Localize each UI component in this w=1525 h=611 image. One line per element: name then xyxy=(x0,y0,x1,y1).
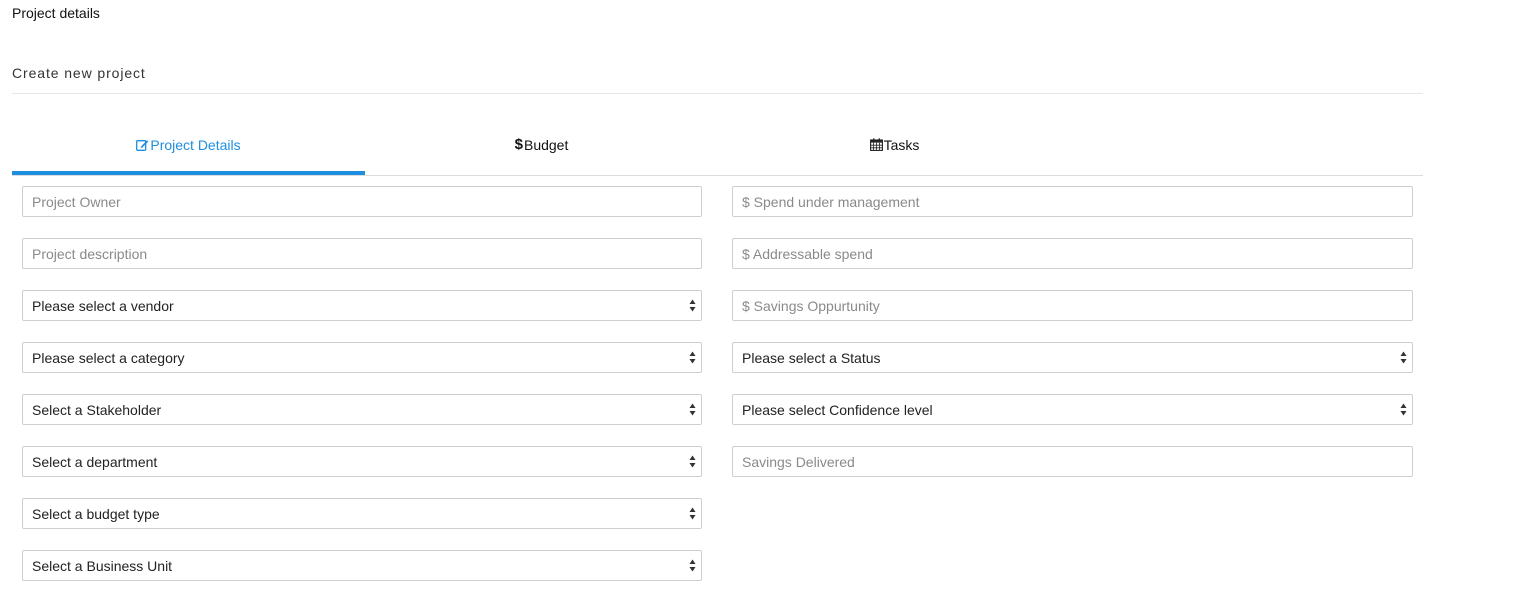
select-value: Please select a Status xyxy=(742,349,881,366)
savings-opportunity-field[interactable] xyxy=(732,290,1413,321)
select-value: Please select a vendor xyxy=(32,297,174,314)
select-arrows-icon xyxy=(689,559,696,572)
budget-type-select[interactable]: Select a budget type xyxy=(22,498,702,529)
project-description-field[interactable] xyxy=(22,238,702,269)
select-arrows-icon xyxy=(1400,351,1407,364)
vendor-select[interactable]: Please select a vendor xyxy=(22,290,702,321)
confidence-level-select[interactable]: Please select Confidence level xyxy=(732,394,1413,425)
calendar-icon xyxy=(869,138,883,151)
status-select[interactable]: Please select a Status xyxy=(732,342,1413,373)
select-arrows-icon xyxy=(689,299,696,312)
select-value: Select a department xyxy=(32,453,158,470)
spend-under-management-input[interactable] xyxy=(742,187,1403,216)
dollar-icon: $ xyxy=(514,136,523,153)
savings-delivered-input[interactable] xyxy=(742,447,1403,476)
tab-label: Tasks xyxy=(883,136,920,153)
department-select[interactable]: Select a department xyxy=(22,446,702,477)
select-arrows-icon xyxy=(689,507,696,520)
select-arrows-icon xyxy=(689,403,696,416)
tab-tasks[interactable]: Tasks xyxy=(718,120,1071,175)
edit-icon xyxy=(136,139,149,151)
select-arrows-icon xyxy=(689,351,696,364)
category-select[interactable]: Please select a category xyxy=(22,342,702,373)
form-subtitle: Create new project xyxy=(12,65,146,81)
tab-bar: Project Details $ Budget Tasks xyxy=(12,120,1423,176)
business-unit-select[interactable]: Select a Business Unit xyxy=(22,550,702,581)
stakeholder-select[interactable]: Select a Stakeholder xyxy=(22,394,702,425)
header-divider xyxy=(12,93,1423,94)
tab-budget[interactable]: $ Budget xyxy=(365,120,718,175)
select-value: Select a Stakeholder xyxy=(32,401,162,418)
project-description-input[interactable] xyxy=(32,239,692,268)
savings-opportunity-input[interactable] xyxy=(742,291,1403,320)
select-value: Select a budget type xyxy=(32,505,160,522)
project-owner-input[interactable] xyxy=(32,187,692,216)
page-title: Project details xyxy=(12,5,100,21)
select-value: Please select a category xyxy=(32,349,185,366)
tab-label: Project Details xyxy=(150,136,241,153)
project-owner-field[interactable] xyxy=(22,186,702,217)
select-arrows-icon xyxy=(689,455,696,468)
tab-project-details[interactable]: Project Details xyxy=(12,120,365,175)
tab-label: Budget xyxy=(523,136,569,153)
select-arrows-icon xyxy=(1400,403,1407,416)
addressable-spend-field[interactable] xyxy=(732,238,1413,269)
savings-delivered-field[interactable] xyxy=(732,446,1413,477)
select-value: Select a Business Unit xyxy=(32,557,173,574)
addressable-spend-input[interactable] xyxy=(742,239,1403,268)
spend-under-management-field[interactable] xyxy=(732,186,1413,217)
select-value: Please select Confidence level xyxy=(742,401,933,418)
